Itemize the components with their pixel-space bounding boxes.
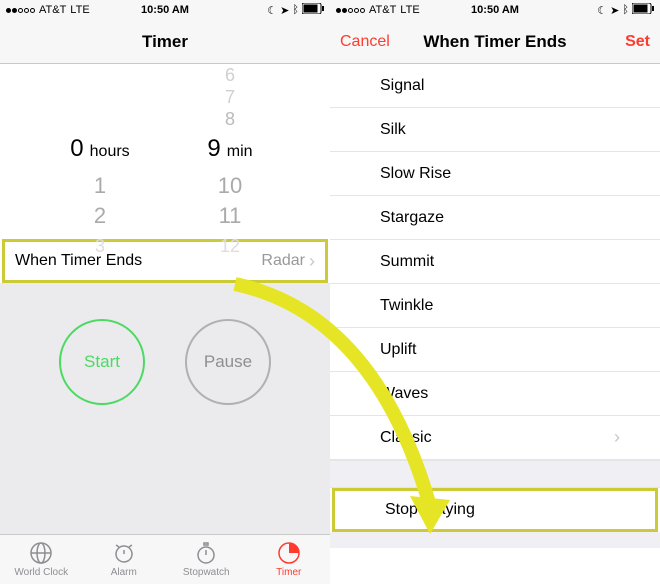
minutes-picker[interactable]: 6 7 8 9min 10 11 12 (175, 64, 285, 261)
min-value: 9 (207, 134, 220, 164)
set-button[interactable]: Set (580, 33, 650, 51)
hours-unit: hours (90, 137, 130, 167)
time-picker[interactable]: 0hours 1 2 3 6 7 8 9min 10 11 12 (0, 64, 330, 239)
battery-icon (632, 3, 654, 17)
timer-screen: AT&T LTE 10:50 AM ☾ ➤ ᛒ Timer (0, 0, 330, 584)
status-bar: AT&T LTE 10:50 AM ☾ ➤ ᛒ (330, 0, 660, 20)
signal-strength-icon (336, 8, 365, 13)
sound-item-summit[interactable]: Summit (330, 240, 660, 284)
tab-world-clock[interactable]: World Clock (0, 535, 83, 584)
controls-area: Start Pause (0, 283, 330, 534)
when-timer-ends-screen: AT&T LTE 10:50 AM ☾ ➤ ᛒ Cancel When Time… (330, 0, 660, 584)
pause-button[interactable]: Pause (185, 319, 271, 405)
statusbar-time: 10:50 AM (112, 4, 218, 16)
sound-item-uplift[interactable]: Uplift (330, 328, 660, 372)
sound-item-twinkle[interactable]: Twinkle (330, 284, 660, 328)
bluetooth-icon: ᛒ (292, 4, 299, 16)
globe-icon (29, 541, 53, 565)
sound-item-signal[interactable]: Signal (330, 64, 660, 108)
tab-stopwatch[interactable]: Stopwatch (165, 535, 248, 584)
nav-header: Cancel When Timer Ends Set (330, 20, 660, 64)
status-bar: AT&T LTE 10:50 AM ☾ ➤ ᛒ (0, 0, 330, 20)
hours-value: 0 (70, 134, 83, 164)
location-icon: ➤ (280, 4, 289, 17)
sound-item-classic[interactable]: Classic › (330, 416, 660, 460)
sound-list[interactable]: Signal Silk Slow Rise Stargaze Summit Tw… (330, 64, 660, 584)
location-icon: ➤ (610, 4, 619, 17)
page-title: Timer (80, 32, 250, 52)
moon-icon: ☾ (267, 4, 277, 17)
hours-picker[interactable]: 0hours 1 2 3 (45, 64, 155, 261)
network-label: LTE (70, 4, 89, 16)
chevron-right-icon: › (309, 251, 315, 272)
min-unit: min (227, 137, 253, 167)
sound-item-stargaze[interactable]: Stargaze (330, 196, 660, 240)
sound-item-silk[interactable]: Silk (330, 108, 660, 152)
stopwatch-icon (194, 541, 218, 565)
battery-icon (302, 3, 324, 17)
signal-strength-icon (6, 8, 35, 13)
tab-timer[interactable]: Timer (248, 535, 331, 584)
sound-item-slow-rise[interactable]: Slow Rise (330, 152, 660, 196)
nav-header: Timer (0, 20, 330, 64)
moon-icon: ☾ (597, 4, 607, 17)
bluetooth-icon: ᛒ (622, 4, 629, 16)
timer-icon (277, 541, 301, 565)
tab-bar: World Clock Alarm Stopwatch Timer (0, 534, 330, 584)
start-button[interactable]: Start (59, 319, 145, 405)
tab-alarm[interactable]: Alarm (83, 535, 166, 584)
sound-item-waves[interactable]: Waves (330, 372, 660, 416)
section-gap (330, 460, 660, 488)
carrier-label: AT&T (39, 4, 66, 16)
statusbar-time: 10:50 AM (442, 4, 548, 16)
cancel-button[interactable]: Cancel (340, 33, 410, 51)
page-title: When Timer Ends (410, 32, 580, 52)
alarm-icon (112, 541, 136, 565)
stop-playing-row[interactable]: Stop Playing (332, 488, 658, 532)
chevron-right-icon: › (614, 427, 620, 448)
